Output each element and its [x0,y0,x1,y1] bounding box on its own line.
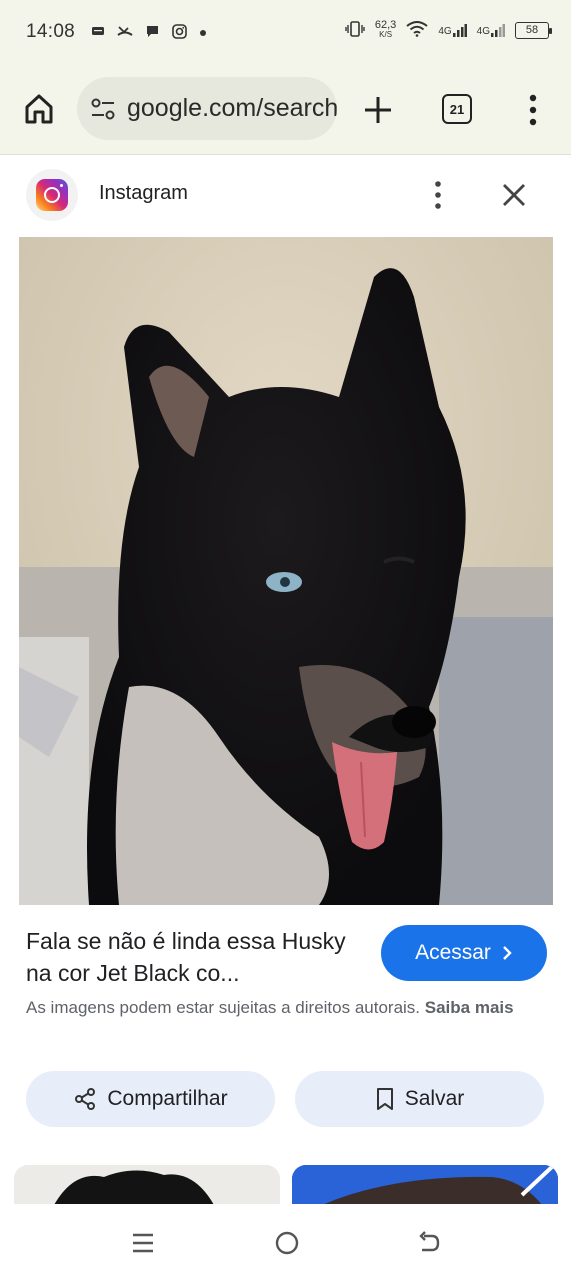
instagram-small-icon [172,23,187,41]
browser-menu-button[interactable] [520,92,546,128]
battery-level: 58 [525,24,539,36]
copyright-notice: As imagens podem estar sujeitas a direit… [26,995,546,1020]
close-button[interactable] [500,181,528,209]
share-icon [75,1088,96,1110]
recents-button[interactable] [130,1230,156,1256]
system-status-icons: 62,3 K/S 4G 4G 58 [345,20,552,40]
source-header: Instagram [0,155,571,235]
bookmark-icon [376,1088,393,1110]
instagram-logo[interactable] [26,169,78,221]
signal-icon-2: 4G [477,23,505,37]
save-button[interactable]: Salvar [295,1071,544,1127]
share-label: Compartilhar [107,1087,228,1110]
battery-icon: 58 [515,21,552,39]
tab-count: 21 [449,101,465,117]
close-icon [503,184,525,206]
status-bar: 14:08 62,3 K/S 4G 4G 58 [0,0,571,64]
related-image-thumbnail[interactable] [292,1165,558,1205]
learn-more-link[interactable]: Saiba mais [425,998,514,1017]
missed-call-icon [117,24,133,40]
network-label-2: 4G [476,26,490,37]
husky-puppy-photo [19,237,553,905]
save-label: Salvar [404,1087,465,1110]
system-navigation-bar [0,1204,571,1280]
copyright-text: As imagens podem estar sujeitas a direit… [26,998,421,1017]
home-button[interactable] [22,92,56,126]
browser-toolbar: google.com/search 21 [0,64,571,154]
signal-icon-1: 4G [438,23,467,37]
speed-value: 62,3 [374,19,397,31]
recents-icon [133,1233,153,1253]
back-button[interactable] [416,1230,442,1256]
url-text[interactable]: google.com/search [127,94,337,123]
vibrate-icon [345,20,365,40]
tune-icon[interactable] [89,95,117,123]
plus-icon [365,97,391,123]
address-bar[interactable]: google.com/search [77,77,337,140]
network-speed: 62,3 K/S [375,20,396,40]
chat-bubble-icon [145,24,160,41]
instagram-icon [36,179,68,211]
message-icon [91,25,105,39]
related-image-thumbnail[interactable] [14,1165,280,1205]
wifi-icon [406,20,428,40]
tabs-button[interactable]: 21 [442,94,472,124]
result-title[interactable]: Fala se não é linda essa Husky na cor Je… [26,925,366,989]
speed-unit: K/S [379,30,393,39]
related-image-1 [14,1165,280,1205]
share-button[interactable]: Compartilhar [26,1071,275,1127]
more-vert-icon [529,94,537,126]
notification-icons [91,23,207,41]
related-image-2 [292,1165,558,1205]
preview-image[interactable] [19,237,553,905]
source-name[interactable]: Instagram [99,182,188,205]
new-tab-button[interactable] [360,92,396,128]
image-preview-panel: Instagram Fala se não é linda essa Husky… [0,154,571,1205]
status-time: 14:08 [26,21,76,42]
back-icon [419,1231,440,1252]
home-icon [25,94,53,124]
access-label: Acessar [415,941,491,964]
source-options-button[interactable] [426,179,450,211]
home-nav-button[interactable] [274,1230,300,1256]
network-label-1: 4G [438,26,452,37]
dot-icon [199,26,207,39]
chevron-right-icon [503,946,512,960]
home-circle-icon [275,1231,299,1255]
access-button[interactable]: Acessar [381,925,547,981]
more-vert-icon [435,181,441,209]
